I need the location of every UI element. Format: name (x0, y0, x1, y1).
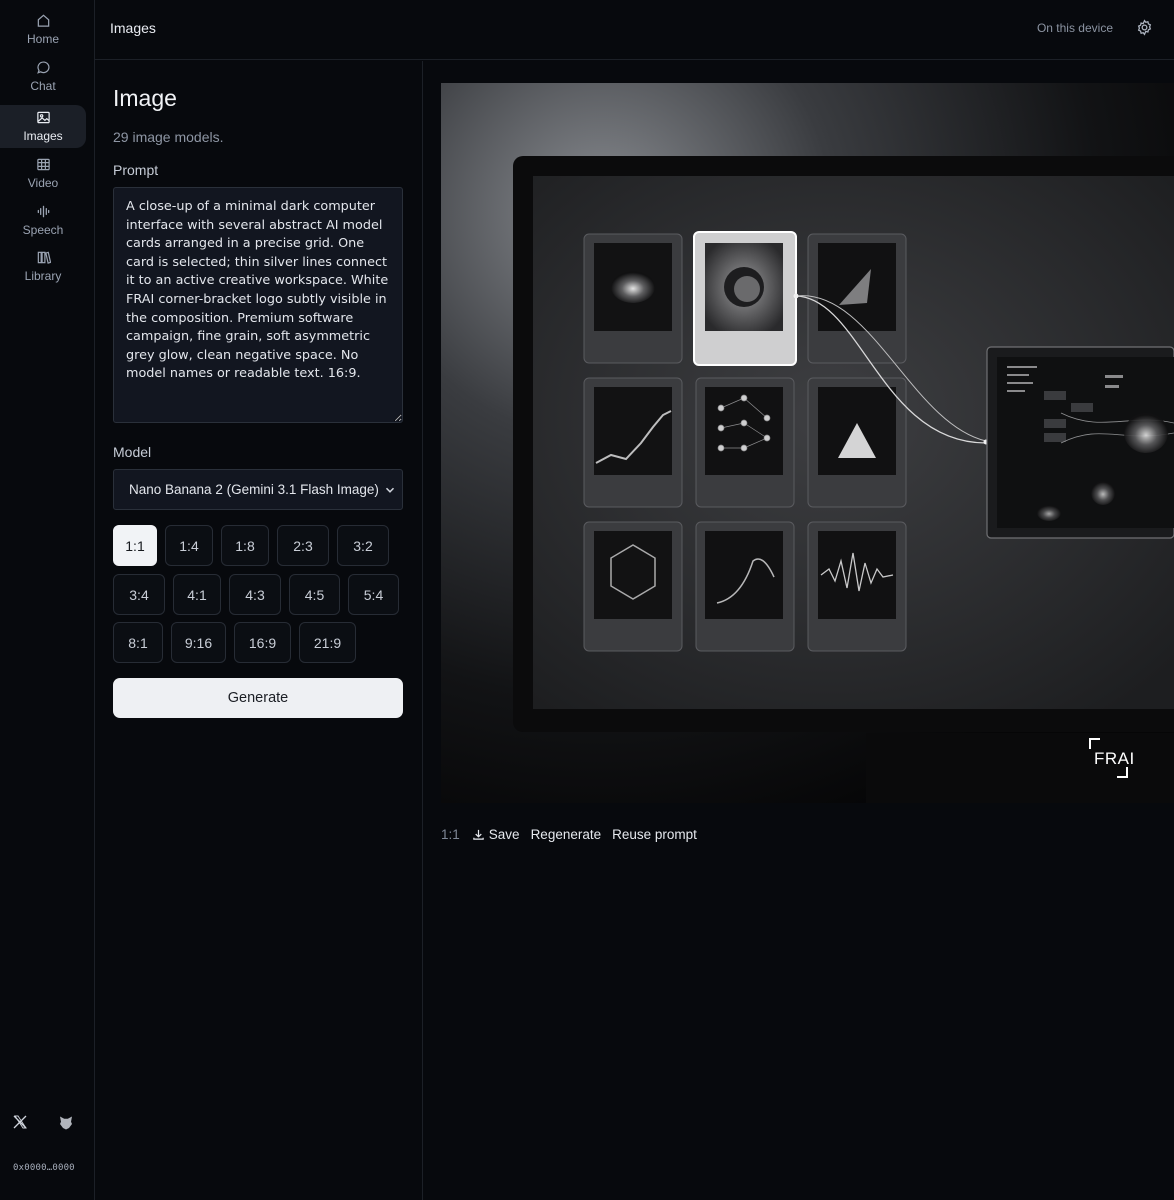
save-label: Save (488, 827, 520, 842)
ratio-button-1-8[interactable]: 1:8 (221, 525, 269, 566)
regenerate-button[interactable]: Regenerate (531, 827, 602, 842)
ratio-button-4-5[interactable]: 4:5 (289, 574, 340, 615)
generate-button[interactable]: Generate (113, 678, 403, 718)
books-icon (37, 251, 51, 264)
storage-status[interactable]: On this device (1037, 21, 1113, 35)
generator-panel: Image 29 image models. Prompt A close-up… (95, 61, 423, 1200)
nav-rail: Home Chat Images Video Speech Library 0x… (0, 0, 95, 1200)
x-logo-icon[interactable] (12, 1114, 28, 1130)
generated-image-art (441, 83, 1174, 803)
nav-item-images[interactable]: Images (0, 105, 86, 148)
fox-logo-icon[interactable] (58, 1114, 74, 1130)
ratio-button-1-1[interactable]: 1:1 (113, 525, 157, 566)
nav-label-chat: Chat (30, 79, 56, 93)
ratio-button-21-9[interactable]: 21:9 (299, 622, 356, 663)
gear-icon[interactable] (1136, 19, 1153, 36)
nav-item-video[interactable]: Video (0, 152, 86, 195)
ratio-button-3-4[interactable]: 3:4 (113, 574, 165, 615)
chat-icon (36, 61, 50, 74)
image-icon (36, 111, 50, 124)
ratio-button-16-9[interactable]: 16:9 (234, 622, 291, 663)
ratio-row-2: 3:4 4:1 4:3 4:5 5:4 (113, 574, 399, 615)
reuse-prompt-button[interactable]: Reuse prompt (612, 827, 697, 842)
model-count: 29 image models. (113, 129, 224, 145)
nav-item-library[interactable]: Library (0, 245, 86, 288)
download-icon (473, 829, 484, 840)
save-button[interactable]: Save (472, 827, 520, 842)
ratio-button-3-2[interactable]: 3:2 (337, 525, 389, 566)
chevron-down-icon (385, 487, 395, 493)
nav-label-library: Library (24, 269, 62, 283)
nav-label-video: Video (27, 176, 59, 190)
prompt-label: Prompt (113, 162, 159, 178)
film-icon (36, 158, 50, 171)
nav-label-speech: Speech (22, 223, 64, 237)
generated-image[interactable]: FRAI (441, 83, 1174, 803)
wallet-address[interactable]: 0x0000…0000 (13, 1163, 75, 1173)
ratio-row-3: 8:1 9:16 16:9 21:9 (113, 622, 356, 663)
home-icon (37, 14, 49, 27)
panel-title: Image (113, 85, 177, 111)
ratio-button-9-16[interactable]: 9:16 (171, 622, 226, 663)
result-actions: 1:1 Save Regenerate Reuse prompt (441, 827, 708, 842)
ratio-row-1: 1:1 1:4 1:8 2:3 3:2 (113, 525, 389, 566)
ratio-button-4-1[interactable]: 4:1 (173, 574, 221, 615)
ratio-button-5-4[interactable]: 5:4 (348, 574, 399, 615)
nav-label-home: Home (26, 32, 59, 46)
ratio-button-4-3[interactable]: 4:3 (229, 574, 281, 615)
model-select-value: Nano Banana 2 (Gemini 3.1 Flash Image) (129, 482, 379, 497)
ratio-button-1-4[interactable]: 1:4 (165, 525, 213, 566)
ratio-button-8-1[interactable]: 8:1 (113, 622, 163, 663)
nav-label-images: Images (23, 129, 63, 143)
top-bar: Images On this device (95, 0, 1174, 60)
nav-item-speech[interactable]: Speech (0, 199, 86, 242)
waveform-icon (37, 205, 49, 218)
model-label: Model (113, 444, 152, 460)
page-title: Images (110, 20, 156, 36)
nav-item-chat[interactable]: Chat (0, 55, 86, 98)
model-select[interactable]: Nano Banana 2 (Gemini 3.1 Flash Image) (113, 469, 403, 510)
frai-watermark: FRAI (1094, 749, 1135, 768)
app-root: Home Chat Images Video Speech Library 0x… (0, 0, 1174, 1200)
ratio-button-2-3[interactable]: 2:3 (277, 525, 329, 566)
prompt-textarea[interactable]: A close-up of a minimal dark computer in… (113, 187, 403, 423)
result-aspect-ratio: 1:1 (441, 827, 460, 842)
nav-item-home[interactable]: Home (0, 8, 86, 51)
